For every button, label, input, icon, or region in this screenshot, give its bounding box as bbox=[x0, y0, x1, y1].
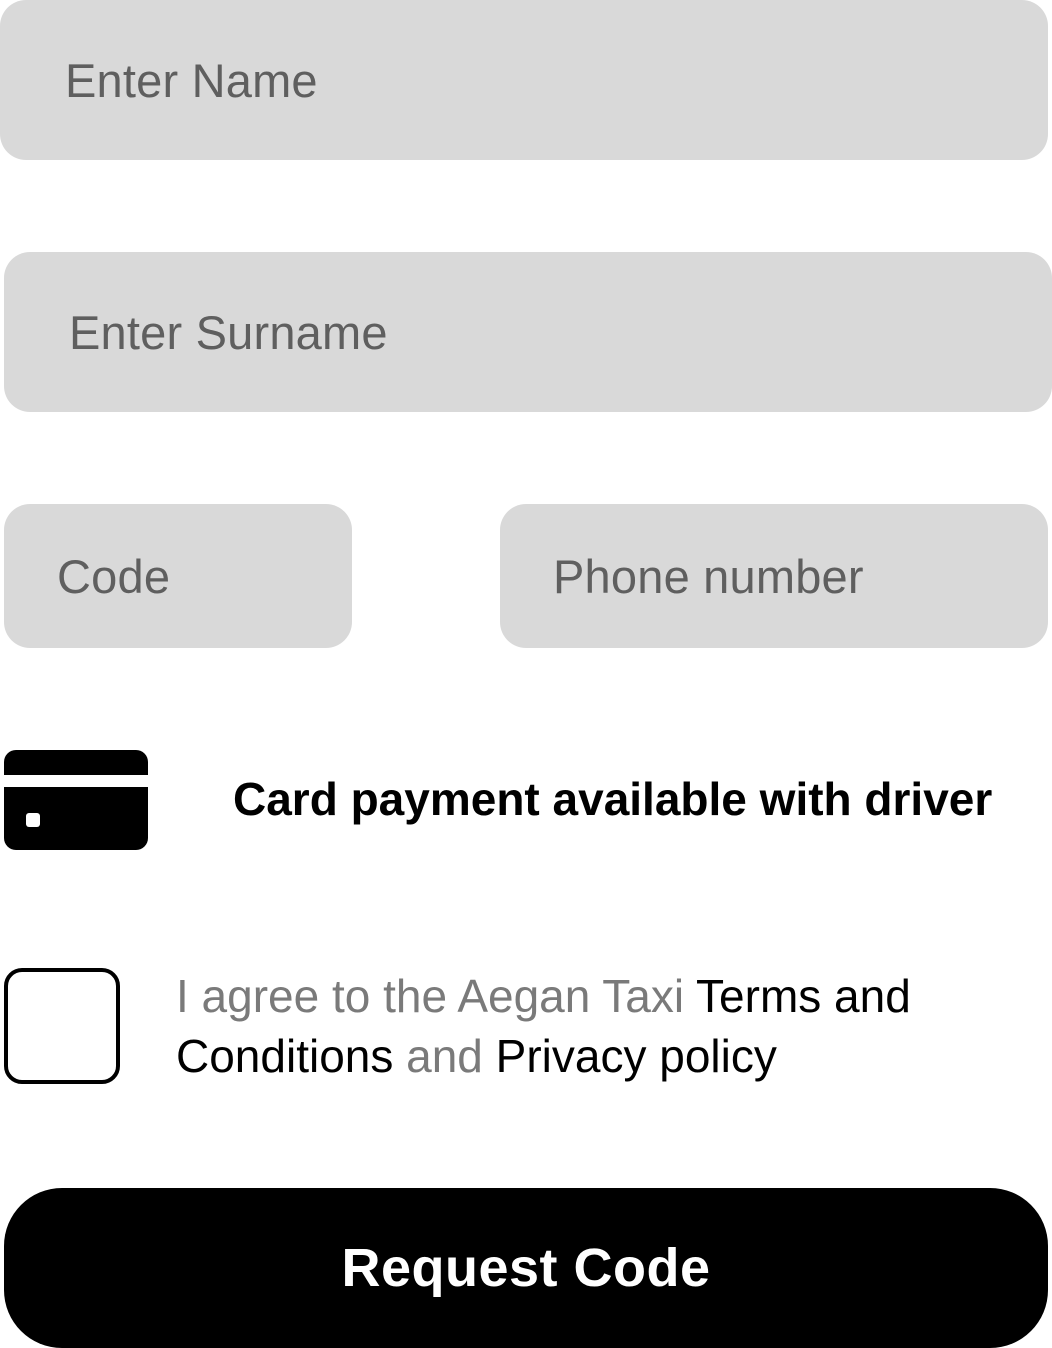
privacy-link[interactable]: Privacy policy bbox=[496, 1030, 777, 1082]
phone-number-input[interactable]: Phone number bbox=[500, 504, 1048, 648]
terms-checkbox[interactable] bbox=[4, 968, 120, 1084]
name-placeholder: Enter Name bbox=[65, 53, 318, 107]
agreement-conjunction: and bbox=[393, 1030, 496, 1082]
surname-placeholder: Enter Surname bbox=[69, 305, 388, 359]
request-code-button[interactable]: Request Code bbox=[4, 1188, 1048, 1348]
country-code-input[interactable]: Code bbox=[4, 504, 352, 648]
code-placeholder: Code bbox=[57, 549, 171, 603]
surname-input[interactable]: Enter Surname bbox=[4, 252, 1052, 412]
request-code-label: Request Code bbox=[341, 1238, 711, 1298]
credit-card-icon bbox=[4, 750, 148, 850]
agreement-prefix: I agree to the Aegan Taxi bbox=[176, 970, 697, 1022]
card-payment-notice: Card payment available with driver bbox=[233, 773, 993, 825]
phone-placeholder: Phone number bbox=[553, 549, 864, 603]
terms-agreement-text: I agree to the Aegan Taxi Terms and Cond… bbox=[176, 966, 1036, 1086]
name-input[interactable]: Enter Name bbox=[0, 0, 1048, 160]
